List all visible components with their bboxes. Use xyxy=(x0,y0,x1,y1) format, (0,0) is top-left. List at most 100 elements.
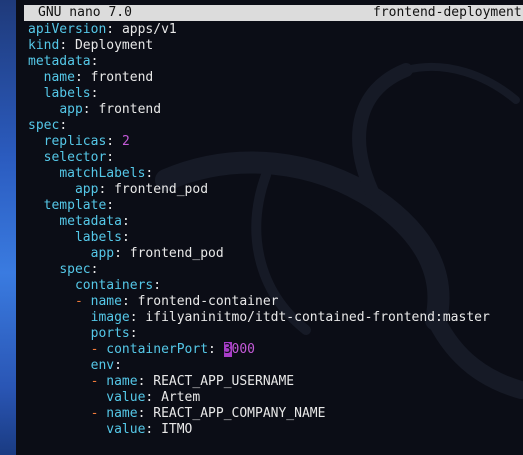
code-line: - name: REACT_APP_COMPANY_NAME xyxy=(28,406,490,422)
code-token: frontend_pod xyxy=(114,182,209,197)
code-line: app: frontend_pod xyxy=(28,246,490,262)
code-token: frontend_pod xyxy=(129,246,224,261)
code-token: selector xyxy=(43,150,107,165)
code-token: spec xyxy=(28,118,60,133)
code-token: : xyxy=(98,182,115,197)
code-token: name xyxy=(106,406,138,421)
code-token: Artem xyxy=(161,390,201,405)
code-line: metadata: xyxy=(28,214,490,230)
code-token: name xyxy=(43,70,75,85)
code-line: matchLabels: xyxy=(28,166,490,182)
code-line: labels: xyxy=(28,86,490,102)
code-token: : xyxy=(90,54,99,69)
code-token: : xyxy=(129,326,138,341)
code-token: : xyxy=(137,374,154,389)
code-token: : xyxy=(137,406,154,421)
code-line: selector: xyxy=(28,150,490,166)
editor-text-area[interactable]: apiVersion: apps/v1 kind: Deployment metad… xyxy=(28,22,490,438)
text-cursor: 3 xyxy=(223,342,232,357)
terminal-window[interactable]: GNU nano 7.0 frontend-deployment apiVers… xyxy=(16,0,523,455)
code-line: app: frontend_pod xyxy=(28,182,490,198)
code-token: : xyxy=(145,390,162,405)
code-line: - containerPort: 3000 xyxy=(28,342,490,358)
code-token: replicas xyxy=(43,134,107,149)
code-token: frontend-container xyxy=(137,294,279,309)
code-token: : xyxy=(106,150,115,165)
nano-title-bar: GNU nano 7.0 frontend-deployment xyxy=(24,5,523,21)
code-line: app: frontend xyxy=(28,102,490,118)
code-token: name xyxy=(90,294,122,309)
code-token: ITMO xyxy=(161,422,193,437)
code-token: frontend xyxy=(98,102,162,117)
code-token: - xyxy=(74,294,83,309)
code-token: : xyxy=(106,22,122,37)
code-token: : xyxy=(153,278,162,293)
code-line: ports: xyxy=(28,326,490,342)
code-line: replicas: 2 xyxy=(28,134,490,150)
code-line: value: ITMO xyxy=(28,422,490,438)
code-token: 000 xyxy=(231,342,255,357)
code-token: : xyxy=(106,134,122,149)
code-line: metadata: xyxy=(28,54,490,70)
code-token: frontend xyxy=(90,70,154,85)
code-token: value xyxy=(106,390,146,405)
code-token: : xyxy=(106,198,115,213)
code-token: matchLabels xyxy=(59,166,146,181)
code-token: REACT_APP_USERNAME xyxy=(153,374,295,389)
code-token: : xyxy=(121,230,130,245)
code-line: containers: xyxy=(28,278,490,294)
code-line: name: frontend xyxy=(28,70,490,86)
code-token: REACT_APP_COMPANY_NAME xyxy=(153,406,326,421)
code-token: app xyxy=(90,246,115,261)
code-token: image xyxy=(90,310,130,325)
code-token: app xyxy=(59,102,83,117)
code-token: : xyxy=(121,294,138,309)
code-token: : xyxy=(145,166,154,181)
code-token: labels xyxy=(43,86,91,101)
code-line: image: ifilyaninitmo/itdt-contained-fron… xyxy=(28,310,490,326)
code-line: apiVersion: apps/v1 xyxy=(28,22,490,38)
code-token: : xyxy=(114,246,130,261)
code-line: env: xyxy=(28,358,490,374)
code-token: template xyxy=(43,198,107,213)
code-line: spec: xyxy=(28,118,490,134)
code-line: labels: xyxy=(28,230,490,246)
code-line: - name: frontend-container xyxy=(28,294,490,310)
editor-app-name: GNU nano 7.0 xyxy=(38,5,132,20)
code-token: : xyxy=(90,86,99,101)
code-line: spec: xyxy=(28,262,490,278)
code-token: : xyxy=(59,38,75,53)
code-token: labels xyxy=(74,230,122,245)
code-token: value xyxy=(106,422,146,437)
code-token: : xyxy=(90,262,99,277)
code-token: : xyxy=(129,310,146,325)
code-token: : xyxy=(145,422,162,437)
code-token: : xyxy=(114,358,122,373)
code-token: 2 xyxy=(121,134,130,149)
code-token: containers xyxy=(74,278,154,293)
code-token: : xyxy=(82,102,99,117)
code-token: kind xyxy=(28,38,60,53)
code-token: name xyxy=(106,374,138,389)
editor-file-name: frontend-deployment xyxy=(373,5,522,20)
code-token: containerPort xyxy=(106,342,209,357)
code-token: metadata xyxy=(59,214,122,229)
code-line: - name: REACT_APP_USERNAME xyxy=(28,374,490,390)
